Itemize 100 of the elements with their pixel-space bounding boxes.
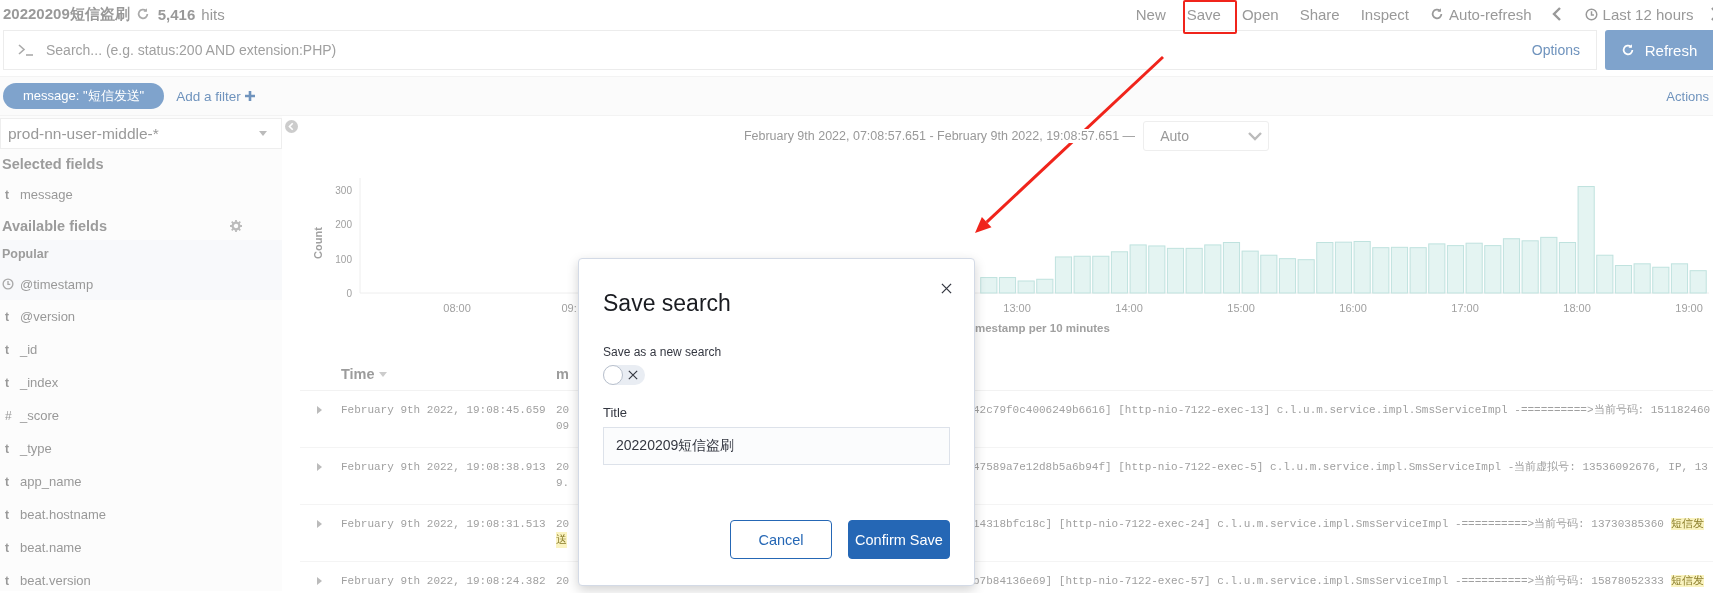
menu-link[interactable]: Inspect bbox=[1350, 1, 1420, 27]
field-name[interactable]: _id bbox=[20, 342, 38, 357]
field-name[interactable]: beat.version bbox=[20, 573, 91, 588]
expand-caret-icon[interactable] bbox=[317, 463, 322, 471]
column-header[interactable]: Time bbox=[341, 366, 375, 382]
time-picker-button[interactable]: Last 12 hours bbox=[1574, 1, 1704, 27]
interval-select[interactable]: Auto bbox=[1143, 121, 1270, 151]
histogram-bar[interactable] bbox=[1073, 255, 1091, 294]
axis-tick-label: 14:00 bbox=[1115, 302, 1143, 314]
histogram-bar[interactable] bbox=[1017, 280, 1035, 294]
histogram-bar[interactable] bbox=[1689, 270, 1707, 294]
histogram-bar[interactable] bbox=[1204, 244, 1222, 294]
expand-caret-icon[interactable] bbox=[317, 406, 322, 414]
field-type-icon: t bbox=[0, 573, 20, 588]
field-name[interactable]: _type bbox=[20, 441, 52, 456]
query-input[interactable]: Search... (e.g. status:200 AND extension:PHP) bbox=[34, 35, 1532, 65]
field-name[interactable]: @timestamp bbox=[20, 276, 94, 292]
menu-link[interactable]: Open bbox=[1231, 1, 1290, 27]
histogram-bar[interactable] bbox=[1670, 263, 1689, 294]
histogram-bar[interactable] bbox=[1484, 245, 1502, 294]
menu-link[interactable]: New bbox=[1125, 1, 1177, 27]
histogram-bar[interactable] bbox=[1540, 236, 1558, 294]
title-field[interactable]: 20220209短信盗刷 bbox=[603, 427, 950, 465]
search-field[interactable]: Search... (e.g. status:200 AND extension:PHP) Options bbox=[3, 30, 1597, 70]
field-name[interactable]: app_name bbox=[20, 474, 82, 489]
histogram-bar[interactable] bbox=[1185, 247, 1203, 294]
table-cell-text: 09 bbox=[556, 419, 570, 434]
filter-pill[interactable]: message: "短信发送" bbox=[3, 83, 165, 109]
histogram-bar[interactable] bbox=[1353, 241, 1371, 294]
field-type-icon: # bbox=[0, 408, 20, 423]
histogram-bar[interactable] bbox=[1334, 241, 1353, 294]
field-name[interactable]: beat.hostname bbox=[20, 507, 106, 522]
histogram-bar[interactable] bbox=[1222, 242, 1241, 294]
gear-icon[interactable] bbox=[230, 219, 242, 232]
histogram-bar[interactable] bbox=[980, 277, 998, 294]
field-name[interactable]: _index bbox=[20, 375, 59, 390]
plus-icon bbox=[244, 91, 255, 101]
histogram-bar[interactable] bbox=[1446, 245, 1465, 294]
axis-tick-label: 09: bbox=[561, 302, 577, 314]
field-name[interactable]: message bbox=[20, 187, 73, 202]
actions-link[interactable]: Actions bbox=[1666, 88, 1709, 104]
axis-tick-label: 200 bbox=[335, 219, 352, 231]
histogram-bar[interactable] bbox=[1633, 263, 1651, 294]
collapse-icon[interactable] bbox=[285, 120, 298, 133]
options-link[interactable]: Options bbox=[1531, 42, 1580, 58]
histogram-bar[interactable] bbox=[1129, 244, 1147, 294]
menu-link[interactable]: Share bbox=[1289, 1, 1351, 27]
histogram-bar[interactable] bbox=[1409, 247, 1427, 294]
field-name[interactable]: beat.name bbox=[20, 540, 82, 555]
axis-tick-label: 300 bbox=[335, 184, 352, 196]
chevron-left-icon[interactable] bbox=[1552, 7, 1563, 21]
interval-value: Auto bbox=[1160, 128, 1189, 144]
column-header[interactable]: m bbox=[556, 366, 569, 382]
axis-title: mestamp per 10 minutes bbox=[975, 322, 1110, 334]
histogram-bar[interactable] bbox=[1110, 251, 1129, 294]
histogram-bar[interactable] bbox=[1521, 240, 1539, 294]
table-cell-text: 14318bfc18c] [http-nio-7122-exec-24] c.l.u.m.service.impl.SmsServiceImpl -==========>当前号码: 13730385360 短信发 bbox=[973, 517, 1704, 532]
field-name[interactable]: @version bbox=[20, 309, 76, 324]
histogram-bar[interactable] bbox=[1148, 245, 1166, 294]
auto-refresh-button[interactable]: Auto-refresh bbox=[1419, 1, 1543, 27]
histogram-bar[interactable] bbox=[1260, 254, 1278, 294]
refresh-button[interactable]: Refresh bbox=[1605, 30, 1713, 70]
histogram-bar[interactable] bbox=[1054, 256, 1073, 294]
table-cell-text: b7b84136e69] [http-nio-7122-exec-57] c.l.u.m.service.impl.SmsServiceImpl -==========>当前号码: 15878052333 短信发 bbox=[973, 574, 1704, 589]
histogram-bar[interactable] bbox=[1316, 242, 1334, 294]
confirm-save-button[interactable]: Confirm Save bbox=[848, 520, 950, 559]
field-name[interactable]: _score bbox=[20, 408, 60, 423]
expand-caret-icon[interactable] bbox=[317, 577, 322, 585]
index-pattern-value: prod-nn-user-middle-* bbox=[8, 124, 159, 143]
histogram-bar[interactable] bbox=[1614, 265, 1633, 294]
histogram-bar[interactable] bbox=[1036, 278, 1054, 294]
histogram-bar[interactable] bbox=[1297, 259, 1315, 294]
histogram-bar[interactable] bbox=[1652, 266, 1670, 294]
cancel-button[interactable]: Cancel bbox=[730, 520, 832, 559]
clock-icon bbox=[2, 278, 14, 290]
axis-tick-label: 16:00 bbox=[1339, 302, 1367, 314]
menu-link[interactable]: Save bbox=[1176, 1, 1232, 27]
add-filter-link[interactable]: Add a filter bbox=[176, 88, 255, 104]
histogram-bar[interactable] bbox=[998, 277, 1017, 294]
histogram-bar[interactable] bbox=[1092, 255, 1110, 294]
toggle-switch[interactable] bbox=[603, 365, 645, 385]
histogram-bar[interactable] bbox=[1577, 186, 1595, 294]
histogram-bar[interactable] bbox=[1502, 238, 1521, 294]
histogram-bar[interactable] bbox=[1372, 247, 1390, 294]
histogram-bar[interactable] bbox=[1241, 250, 1259, 294]
section-heading: Selected fields bbox=[2, 155, 104, 172]
field-type-icon: t bbox=[0, 375, 20, 390]
histogram-bar[interactable] bbox=[1596, 254, 1614, 294]
expand-caret-icon[interactable] bbox=[317, 520, 322, 528]
sort-icon[interactable] bbox=[378, 371, 387, 377]
index-pattern-select[interactable]: prod-nn-user-middle-* bbox=[0, 118, 282, 149]
histogram-bar[interactable] bbox=[1278, 258, 1297, 294]
histogram-bar[interactable] bbox=[1166, 247, 1185, 294]
table-cell-text: February 9th 2022, 19:08:45.659 bbox=[341, 403, 546, 418]
histogram-bar[interactable] bbox=[1465, 242, 1483, 294]
histogram-bar[interactable] bbox=[1558, 242, 1577, 294]
histogram-bar[interactable] bbox=[1390, 246, 1409, 294]
histogram-bar[interactable] bbox=[1428, 243, 1446, 294]
clock-icon bbox=[1584, 7, 1598, 21]
close-icon[interactable] bbox=[941, 283, 952, 294]
